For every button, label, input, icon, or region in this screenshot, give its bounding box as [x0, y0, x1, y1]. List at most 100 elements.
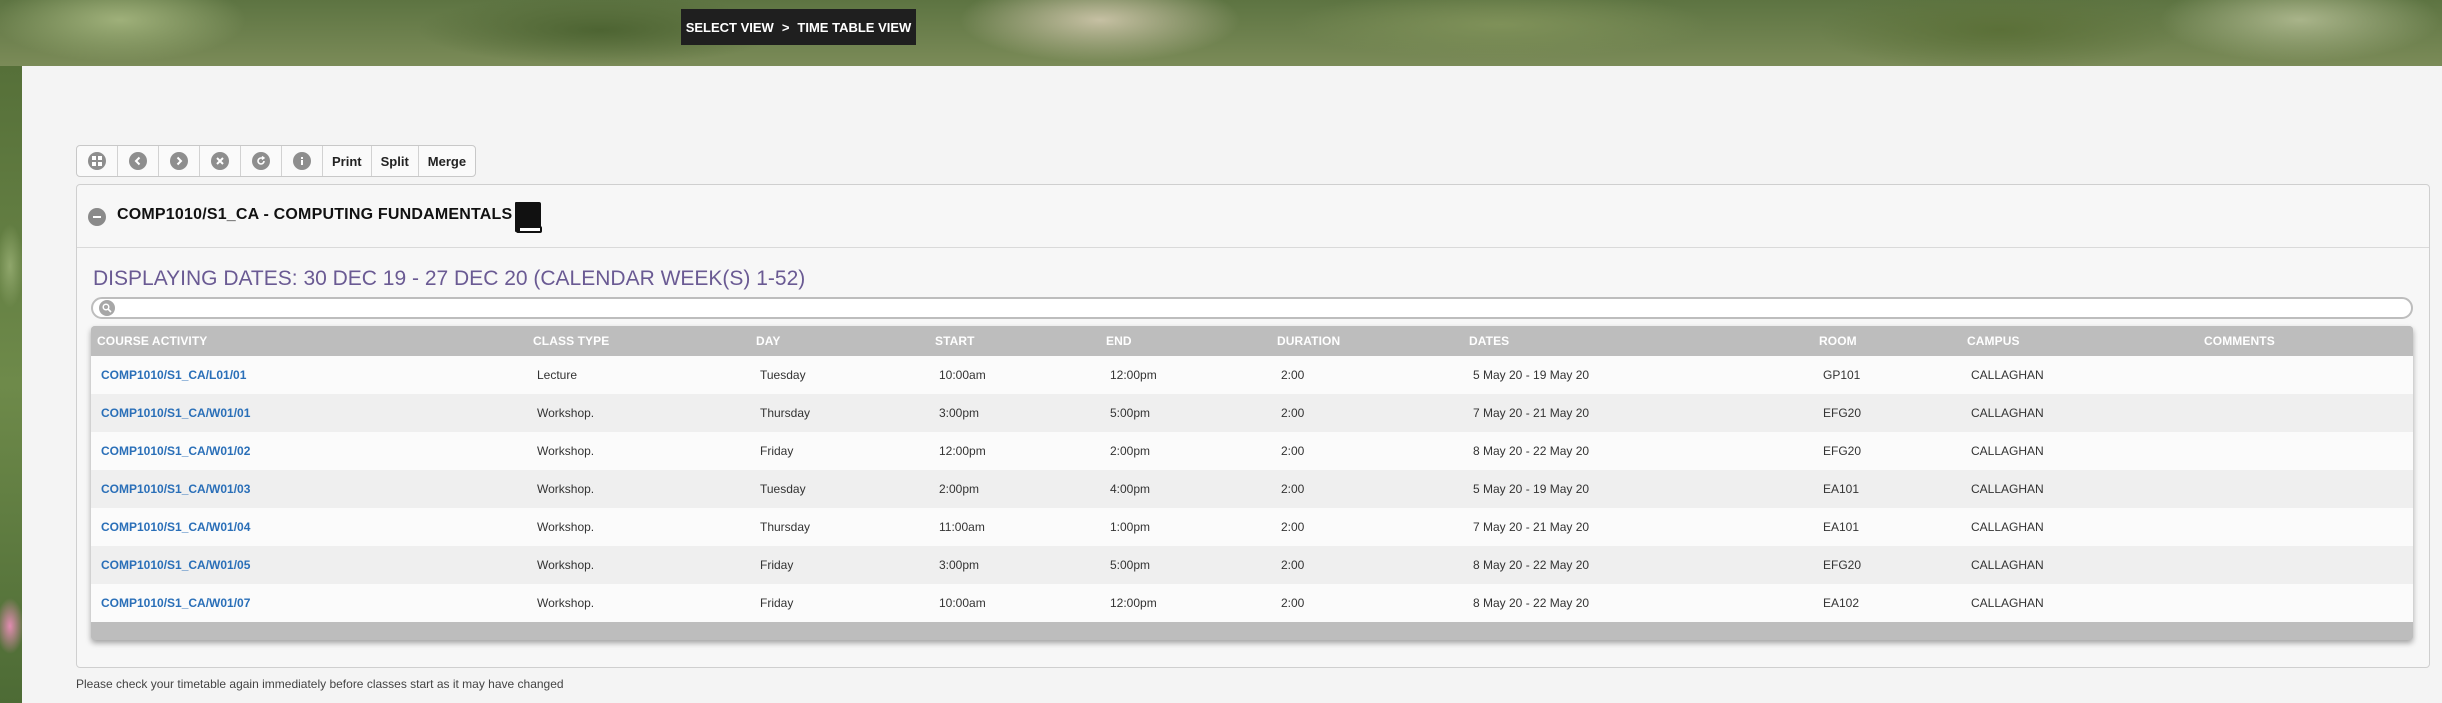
column-header: COMMENTS [2204, 334, 2275, 348]
course-activity-link[interactable]: COMP1010/S1_CA/L01/01 [91, 356, 527, 394]
chevron-right-icon: > [781, 19, 790, 35]
table-cell [2198, 546, 2413, 584]
table-cell: Thursday [760, 520, 811, 534]
table-cell: 8 May 20 - 22 May 20 [1473, 596, 1590, 610]
table-cell: Friday [760, 596, 794, 610]
table-cell: Friday [760, 558, 794, 572]
table-row: COMP1010/S1_CA/W01/02 Workshop. Friday 12:0… [91, 432, 2413, 470]
course-panel: COMP1010/S1_CA - COMPUTING FUNDAMENTALS … [76, 184, 2430, 668]
table-cell: CALLAGHAN [1971, 520, 2044, 534]
table-cell: 2:00pm [939, 482, 980, 496]
close-button[interactable] [200, 146, 241, 176]
table-cell: 2:00 [1281, 482, 1305, 496]
course-activity-link[interactable]: COMP1010/S1_CA/W01/02 [91, 432, 527, 470]
table-cell: 10:00am [939, 596, 986, 610]
table-cell: 2:00 [1281, 368, 1305, 382]
table-cell: 2:00 [1281, 558, 1305, 572]
table-cell: 2:00pm [1110, 444, 1151, 458]
background-edge [0, 66, 22, 703]
filter-input[interactable] [91, 297, 2413, 319]
table-cell: Workshop. [537, 520, 595, 534]
table-cell [2198, 432, 2413, 470]
info-button[interactable] [282, 146, 323, 176]
column-header: DATES [1469, 334, 1510, 348]
table-cell: Tuesday [760, 482, 806, 496]
collapse-icon[interactable] [88, 208, 106, 226]
table-cell: Workshop. [537, 444, 595, 458]
table-cell: EA101 [1823, 482, 1860, 496]
table-cell: 4:00pm [1110, 482, 1151, 496]
course-activity-link[interactable]: COMP1010/S1_CA/W01/05 [91, 546, 527, 584]
table-cell: EFG20 [1823, 406, 1862, 420]
table-cell: 12:00pm [1110, 368, 1157, 382]
table-cell: 8 May 20 - 22 May 20 [1473, 444, 1590, 458]
next-icon [170, 152, 188, 170]
next-button[interactable] [159, 146, 200, 176]
table-row: COMP1010/S1_CA/W01/01 Workshop. Thursday 3:… [91, 394, 2413, 432]
table-footer [91, 622, 2413, 640]
table-cell: EFG20 [1823, 558, 1862, 572]
table-cell: 7 May 20 - 21 May 20 [1473, 406, 1590, 420]
refresh-icon [252, 152, 270, 170]
close-icon [211, 152, 229, 170]
table-row: COMP1010/S1_CA/W01/05 Workshop. Friday 3:00… [91, 546, 2413, 584]
book-icon[interactable] [514, 200, 544, 234]
course-header: COMP1010/S1_CA - COMPUTING FUNDAMENTALS [77, 185, 2429, 248]
table-cell: CALLAGHAN [1971, 444, 2044, 458]
grid-icon [88, 152, 106, 170]
table-row: COMP1010/S1_CA/W01/07 Workshop. Friday 10:0… [91, 584, 2413, 622]
column-header: DAY [756, 334, 781, 348]
previous-button[interactable] [118, 146, 159, 176]
table-cell: 1:00pm [1110, 520, 1151, 534]
table-cell: 2:00 [1281, 596, 1305, 610]
previous-icon [129, 152, 147, 170]
table-cell: Lecture [537, 368, 578, 382]
table-cell: 2:00 [1281, 406, 1305, 420]
search-icon [99, 300, 115, 316]
table-cell: Workshop. [537, 596, 595, 610]
column-header: DURATION [1277, 334, 1341, 348]
table-row: COMP1010/S1_CA/L01/01 Lecture Tuesday 10:00… [91, 356, 2413, 394]
column-header: COURSE ACTIVITY [97, 334, 208, 348]
merge-button[interactable]: Merge [419, 146, 475, 176]
breadcrumb: SELECT VIEW > TIME TABLE VIEW [681, 9, 916, 45]
table-cell [2198, 508, 2413, 546]
table-cell: 3:00pm [939, 406, 980, 420]
course-activity-link[interactable]: COMP1010/S1_CA/W01/01 [91, 394, 527, 432]
table-cell: 12:00pm [939, 444, 986, 458]
table-cell: CALLAGHAN [1971, 558, 2044, 572]
table-cell: CALLAGHAN [1971, 482, 2044, 496]
column-header: CLASS TYPE [533, 334, 610, 348]
breadcrumb-timetable-view[interactable]: TIME TABLE VIEW [797, 20, 911, 35]
table-cell: GP101 [1823, 368, 1861, 382]
table-cell: CALLAGHAN [1971, 596, 2044, 610]
table-cell: Friday [760, 444, 794, 458]
column-header: START [935, 334, 975, 348]
table-cell: 5 May 20 - 19 May 20 [1473, 368, 1590, 382]
table-cell: CALLAGHAN [1971, 406, 2044, 420]
breadcrumb-select-view[interactable]: SELECT VIEW [686, 20, 774, 35]
table-cell: 2:00 [1281, 444, 1305, 458]
table-cell [2198, 470, 2413, 508]
table-cell: 3:00pm [939, 558, 980, 572]
split-button[interactable]: Split [372, 146, 419, 176]
table-cell: EFG20 [1823, 444, 1862, 458]
column-header: CAMPUS [1967, 334, 2020, 348]
toolbar: Print Split Merge [76, 145, 477, 177]
background-banner [0, 0, 2442, 66]
course-activity-link[interactable]: COMP1010/S1_CA/W01/04 [91, 508, 527, 546]
grid-view-button[interactable] [77, 146, 118, 176]
refresh-button[interactable] [241, 146, 282, 176]
table-cell: Workshop. [537, 558, 595, 572]
table-cell: 7 May 20 - 21 May 20 [1473, 520, 1590, 534]
table-cell: 5:00pm [1110, 406, 1151, 420]
column-header: ROOM [1819, 334, 1857, 348]
course-activity-link[interactable]: COMP1010/S1_CA/W01/07 [91, 584, 527, 622]
course-activity-link[interactable]: COMP1010/S1_CA/W01/03 [91, 470, 527, 508]
timetable-table: COURSE ACTIVITY CLASS TYPE DAY START END DURA… [91, 326, 2413, 640]
info-icon [293, 152, 311, 170]
table-cell: 10:00am [939, 368, 986, 382]
print-button[interactable]: Print [323, 146, 372, 176]
table-cell [2198, 394, 2413, 432]
table-cell: Workshop. [537, 406, 595, 420]
